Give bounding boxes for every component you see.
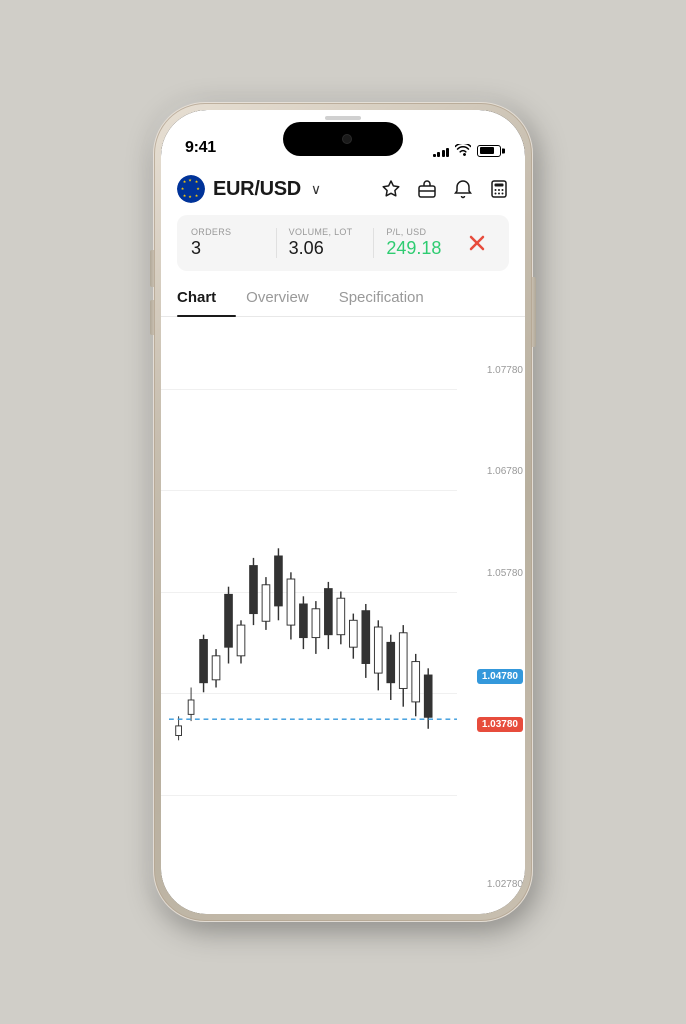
header-actions — [381, 179, 509, 199]
tab-chart[interactable]: Chart — [177, 279, 236, 316]
calculator-icon[interactable] — [489, 179, 509, 199]
svg-text:★: ★ — [195, 193, 199, 198]
price-label-bottom: 1.02780 — [487, 879, 523, 890]
tabs: Chart Overview Specification — [161, 279, 525, 317]
pl-stat: P/L, USD 249.18 — [386, 227, 459, 259]
pl-value: 249.18 — [386, 238, 459, 259]
signal-bars — [433, 145, 450, 157]
dynamic-island — [283, 122, 403, 156]
power-button[interactable] — [532, 277, 536, 347]
volume-value: 3.06 — [289, 238, 362, 259]
orders-value: 3 — [191, 238, 264, 259]
portfolio-icon[interactable] — [417, 179, 437, 199]
svg-text:★: ★ — [188, 194, 192, 199]
wifi-icon — [455, 144, 471, 157]
orders-label: ORDERS — [191, 227, 264, 237]
stats-row: ORDERS 3 VOLUME, LOT 3.06 P/L, USD 249.1… — [177, 215, 509, 271]
phone-frame: 9:41 — [153, 102, 533, 922]
close-button[interactable] — [459, 225, 495, 261]
svg-text:★: ★ — [183, 179, 187, 184]
ask-price-badge: 1.03780 — [477, 717, 523, 732]
candlestick-chart — [169, 317, 457, 914]
chart-area[interactable]: 1.07780 1.06780 1.05780 1.04780 1.03780 … — [161, 317, 525, 914]
eur-flag-icon: ★ ★ ★ ★ ★ ★ ★ ★ — [177, 175, 205, 203]
volume-down-button[interactable] — [150, 300, 154, 335]
close-x-icon — [467, 233, 487, 253]
volume-stat: VOLUME, LOT 3.06 — [289, 227, 362, 259]
status-time: 9:41 — [185, 139, 216, 157]
tab-overview[interactable]: Overview — [246, 279, 329, 316]
svg-text:★: ★ — [195, 179, 199, 184]
tab-specification[interactable]: Specification — [339, 279, 444, 316]
svg-text:★: ★ — [183, 193, 187, 198]
bid-price-badge: 1.04780 — [477, 669, 523, 684]
pair-chevron-icon[interactable]: ∨ — [311, 181, 321, 198]
phone-inner: 9:41 — [161, 110, 525, 914]
currency-pair: EUR/USD — [213, 178, 301, 201]
star-icon[interactable] — [381, 179, 401, 199]
svg-text:★: ★ — [188, 178, 192, 183]
bell-icon[interactable] — [453, 179, 473, 199]
svg-text:★: ★ — [181, 186, 185, 191]
pl-label: P/L, USD — [386, 227, 459, 237]
signal-bar-2 — [437, 152, 440, 157]
signal-bar-4 — [446, 148, 449, 157]
camera-dot — [342, 134, 352, 144]
battery-fill — [480, 147, 494, 154]
battery-icon — [477, 145, 501, 157]
signal-bar-3 — [442, 150, 445, 157]
price-label-3: 1.05780 — [487, 568, 523, 579]
orders-stat: ORDERS 3 — [191, 227, 264, 259]
signal-bar-1 — [433, 154, 436, 157]
price-label-1: 1.07780 — [487, 365, 523, 376]
svg-text:★: ★ — [196, 186, 200, 191]
screen: 9:41 — [161, 110, 525, 914]
stat-divider-2 — [373, 228, 374, 258]
volume-label: VOLUME, LOT — [289, 227, 362, 237]
app-content: ★ ★ ★ ★ ★ ★ ★ ★ E — [161, 165, 525, 914]
header: ★ ★ ★ ★ ★ ★ ★ ★ E — [161, 165, 525, 211]
header-left: ★ ★ ★ ★ ★ ★ ★ ★ E — [177, 175, 321, 203]
silent-button[interactable] — [150, 250, 154, 280]
status-icons — [433, 144, 502, 157]
price-label-2: 1.06780 — [487, 466, 523, 477]
stat-divider-1 — [276, 228, 277, 258]
